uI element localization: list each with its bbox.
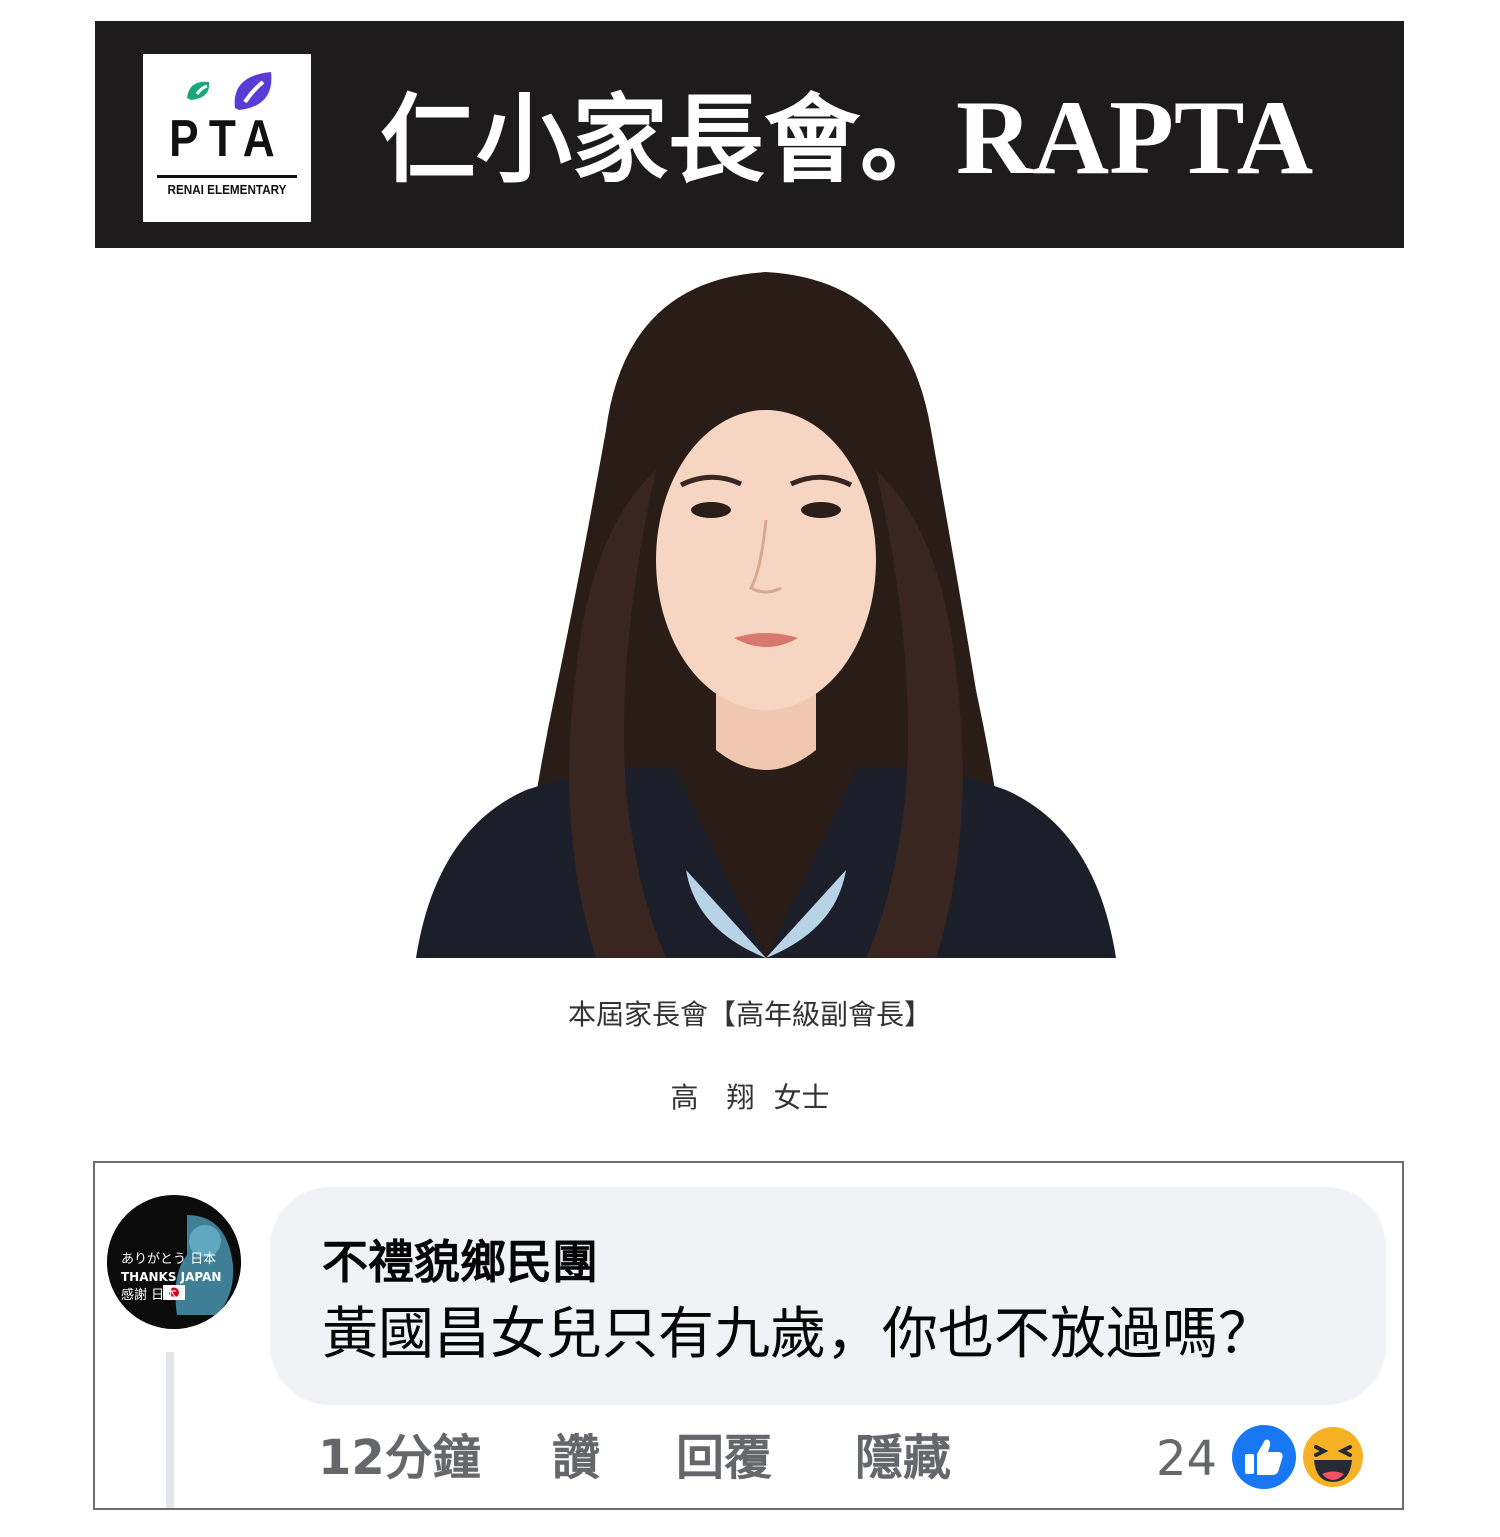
banner-title-latin: RAPTA	[956, 79, 1314, 196]
comment-bubble	[270, 1187, 1386, 1405]
banner-title-dot: 。	[860, 84, 956, 196]
profile-name: 高 翔 女士	[670, 1081, 830, 1114]
leaf-icon	[187, 72, 272, 110]
pta-logo: PTA RENAI ELEMENTARY	[143, 54, 311, 222]
logo-divider	[157, 175, 297, 178]
profile-role: 本屆家長會【高年級副會長】	[567, 998, 932, 1031]
avatar-text-line2: THANKS JAPAN	[121, 1270, 221, 1284]
reply-button[interactable]: 回覆	[676, 1425, 772, 1491]
avatar[interactable]: ありがとう 日本 THANKS JAPAN 感謝 日本	[107, 1195, 241, 1329]
avatar-image: ありがとう 日本 THANKS JAPAN 感謝 日本	[107, 1195, 241, 1329]
logo-letters: PTA	[169, 110, 285, 168]
banner-title: 仁小家長會。RAPTA	[380, 78, 1313, 198]
comment-author[interactable]: 不禮貌鄉民團	[322, 1232, 598, 1292]
reaction-count[interactable]: 24	[1156, 1428, 1217, 1490]
like-icon[interactable]	[1227, 1420, 1301, 1494]
logo-subtitle: RENAI ELEMENTARY	[167, 182, 287, 197]
banner-title-cjk: 仁小家長會	[380, 84, 860, 196]
comment-text: 黃國昌女兒只有九歲，你也不放過嗎？	[322, 1302, 1274, 1367]
portrait-photo	[416, 272, 1116, 958]
like-button[interactable]: 讚	[552, 1425, 600, 1491]
avatar-text-line3: 感謝 日本	[121, 1287, 177, 1303]
hide-button[interactable]: 隱藏	[855, 1425, 951, 1491]
comment-timestamp[interactable]: 12分鐘	[318, 1425, 481, 1491]
thread-line	[166, 1352, 174, 1508]
avatar-text-line1: ありがとう 日本	[121, 1252, 216, 1267]
haha-icon[interactable]	[1296, 1420, 1370, 1494]
